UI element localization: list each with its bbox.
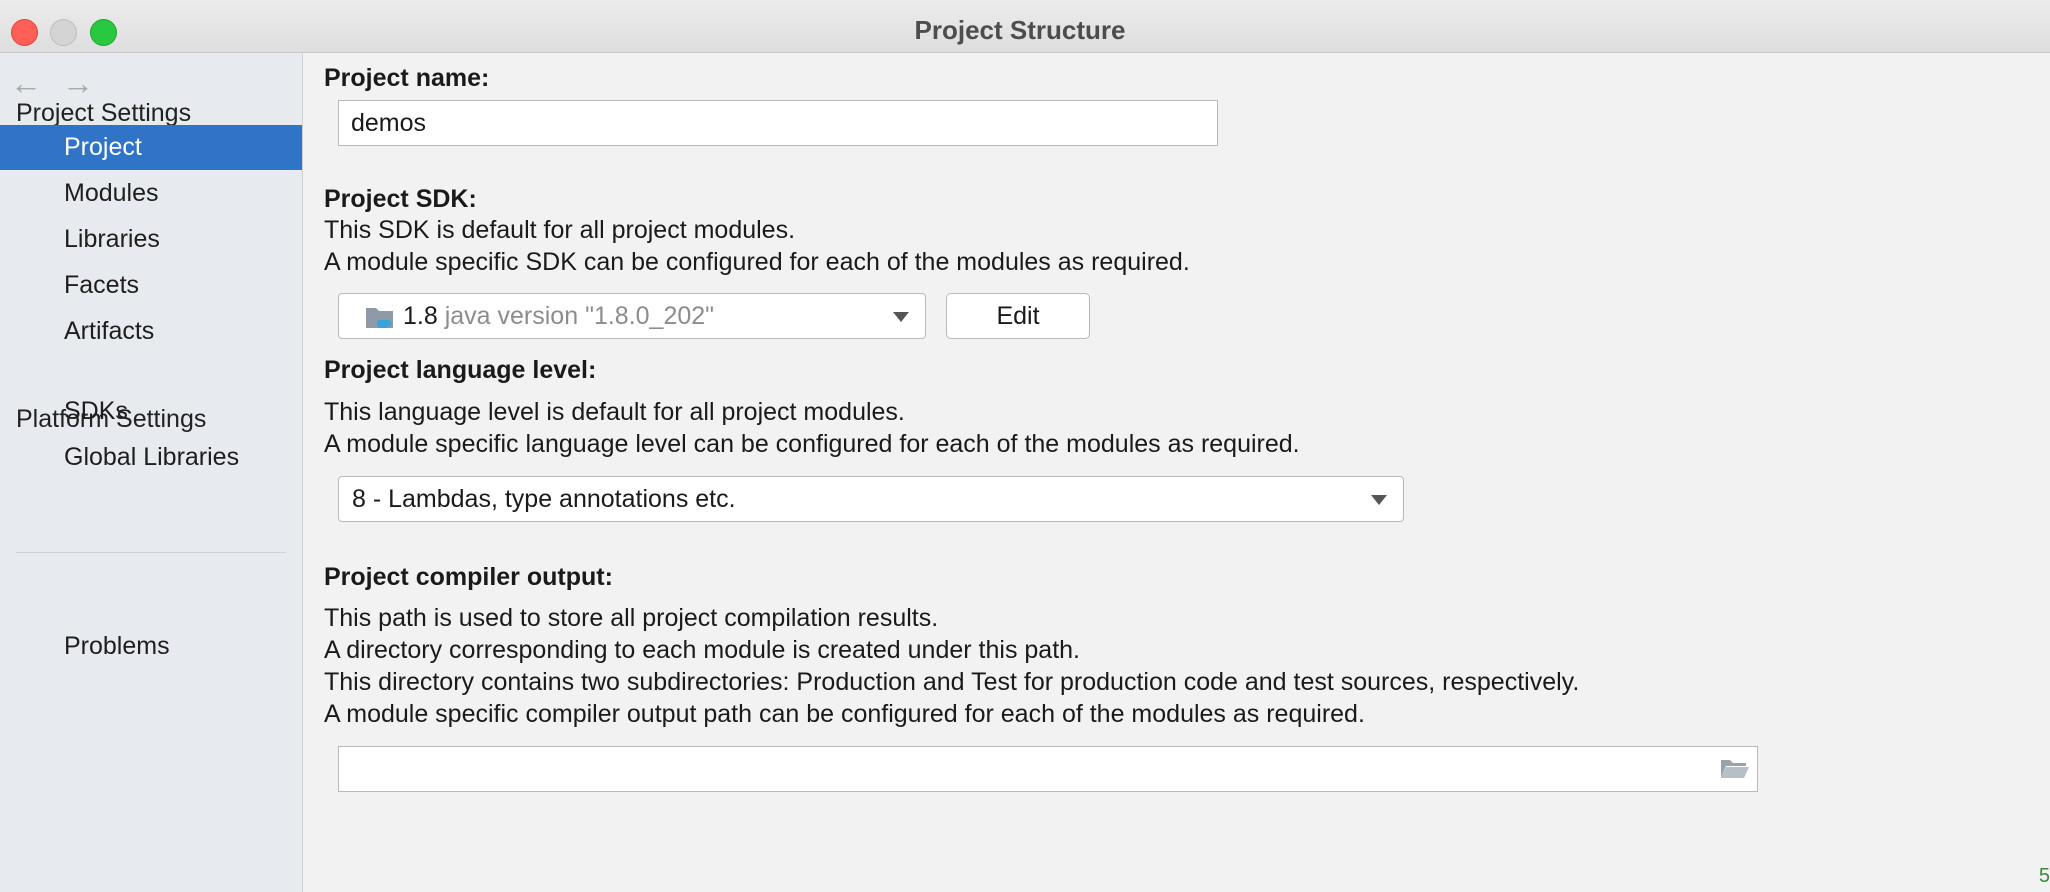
project-name-input[interactable] [338, 100, 1218, 146]
sidebar-item-sdks[interactable]: SDKs [0, 389, 302, 434]
window-title: Project Structure [914, 15, 1126, 45]
project-sdk-description-2: A module specific SDK can be configured … [324, 248, 1190, 276]
chevron-down-icon [1371, 495, 1387, 505]
compiler-output-description-4: A module specific compiler output path c… [324, 700, 1365, 728]
sidebar-item-facets[interactable]: Facets [0, 263, 302, 308]
compiler-output-description-1: This path is used to store all project c… [324, 604, 939, 632]
project-sdk-dropdown[interactable]: 1.8 java version "1.8.0_202" [338, 293, 926, 339]
chevron-down-icon [893, 312, 909, 322]
edit-sdk-button[interactable]: Edit [946, 293, 1090, 339]
arrow-left-icon[interactable]: ← [10, 65, 42, 102]
sdk-version: 1.8 [403, 302, 438, 330]
sidebar-item-problems[interactable]: Problems [0, 624, 302, 669]
language-level-label: Project language level: [324, 356, 597, 384]
project-sdk-label: Project SDK: [324, 185, 477, 213]
sdk-folder-icon [366, 308, 393, 328]
compiler-output-label: Project compiler output: [324, 563, 613, 591]
edge-mark: 5 [2038, 865, 2050, 887]
sidebar-item-artifacts[interactable]: Artifacts [0, 309, 302, 354]
title-bar: Project Structure [0, 0, 2050, 53]
project-name-label: Project name: [324, 64, 490, 92]
arrow-right-icon[interactable]: → [62, 65, 94, 102]
language-level-dropdown[interactable]: 8 - Lambdas, type annotations etc. [338, 476, 1404, 522]
language-level-description-1: This language level is default for all p… [324, 398, 905, 426]
sidebar-item-project[interactable]: Project [0, 125, 302, 170]
sidebar-item-modules[interactable]: Modules [0, 171, 302, 216]
language-level-description-2: A module specific language level can be … [324, 430, 1300, 458]
project-sdk-description-1: This SDK is default for all project modu… [324, 216, 796, 244]
compiler-output-path-input[interactable] [338, 746, 1758, 792]
compiler-output-field [338, 746, 1758, 792]
language-level-selected: 8 - Lambdas, type annotations etc. [352, 485, 736, 513]
project-settings-panel: Project name: Project SDK: This SDK is d… [303, 53, 2050, 892]
folder-open-icon[interactable] [1720, 757, 1750, 779]
sidebar: ← → Project Settings Project Modules Lib… [0, 53, 303, 892]
project-structure-window: Project Structure ← → Project Settings P… [0, 0, 2050, 892]
sdk-version-detail: java version "1.8.0_202" [444, 302, 715, 330]
compiler-output-description-2: A directory corresponding to each module… [324, 636, 1080, 664]
compiler-output-description-3: This directory contains two subdirectori… [324, 668, 1580, 696]
sidebar-divider [16, 552, 286, 553]
sidebar-item-global-libraries[interactable]: Global Libraries [0, 435, 302, 480]
section-header-project-settings: Project Settings [16, 99, 192, 127]
sidebar-item-libraries[interactable]: Libraries [0, 217, 302, 262]
